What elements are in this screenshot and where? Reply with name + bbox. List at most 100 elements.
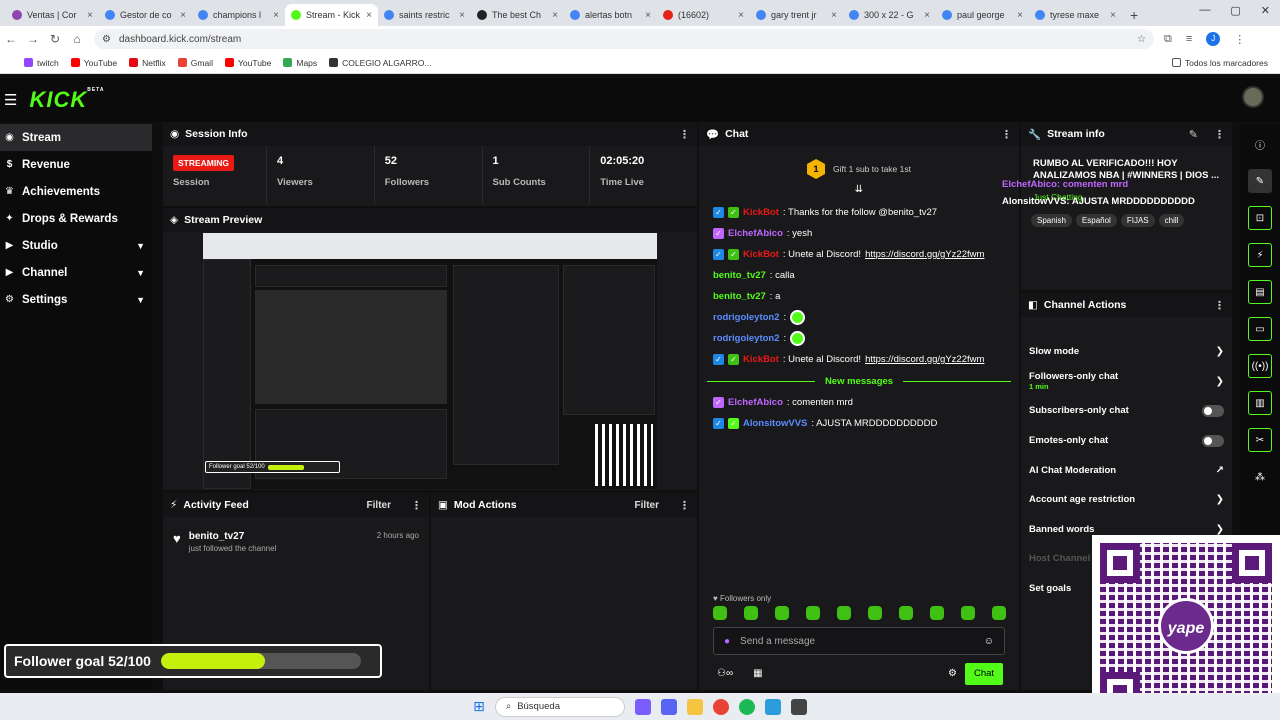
- tab-close-icon[interactable]: ×: [738, 10, 744, 21]
- emote[interactable]: [775, 606, 789, 620]
- chat-username[interactable]: AlonsitowVVS: [743, 418, 807, 429]
- info-icon[interactable]: ⓘ: [1248, 132, 1272, 156]
- broadcast-icon[interactable]: ((•)): [1248, 354, 1272, 378]
- bookmark-item[interactable]: Maps: [283, 58, 317, 68]
- chat-link[interactable]: https://discord.gg/gYz22fwm: [865, 354, 984, 365]
- bookmark-item[interactable]: Netflix: [129, 58, 166, 68]
- tab-close-icon[interactable]: ×: [831, 10, 837, 21]
- tab-close-icon[interactable]: ×: [645, 10, 651, 21]
- browser-tab[interactable]: (16602) ×: [657, 4, 750, 26]
- emote[interactable]: [744, 606, 758, 620]
- site-info-icon[interactable]: ⚙: [102, 34, 111, 45]
- send-chat-button[interactable]: Chat: [965, 663, 1003, 685]
- edit-icon[interactable]: ✎: [1189, 128, 1198, 141]
- emoji-icon[interactable]: ☺: [984, 636, 994, 647]
- bookmark-item[interactable]: twitch: [24, 58, 59, 68]
- browser-tab[interactable]: saints restric ×: [378, 4, 471, 26]
- back-icon[interactable]: ←: [0, 32, 22, 46]
- filter-button[interactable]: Filter: [635, 500, 659, 511]
- stream-preview-video[interactable]: Follower goal 52/100: [203, 233, 657, 489]
- channel-action-followers-only-chat[interactable]: Followers-only chat 1 min ❯: [1021, 367, 1232, 397]
- chat-settings-icon[interactable]: ⚙: [948, 668, 957, 679]
- home-icon[interactable]: ⌂: [66, 32, 88, 46]
- emote[interactable]: [899, 606, 913, 620]
- chrome-icon[interactable]: [712, 698, 729, 715]
- channel-action-slow-mode[interactable]: Slow mode ❯: [1021, 337, 1232, 367]
- activity-user[interactable]: benito_tv27: [189, 531, 277, 542]
- emote[interactable]: [806, 606, 820, 620]
- chat-username[interactable]: KickBot: [743, 249, 779, 260]
- tab-close-icon[interactable]: ×: [924, 10, 930, 21]
- more-options-icon[interactable]: ⋮: [1001, 128, 1012, 141]
- stream-tag[interactable]: Español: [1075, 214, 1117, 227]
- browser-tab[interactable]: 300 x 22 - G ×: [843, 4, 936, 26]
- tab-close-icon[interactable]: ×: [273, 10, 279, 21]
- app-icon[interactable]: [764, 698, 781, 715]
- profile-avatar[interactable]: J: [1206, 32, 1221, 46]
- menu-icon[interactable]: ☰: [4, 91, 17, 109]
- tab-close-icon[interactable]: ×: [87, 10, 93, 21]
- tab-close-icon[interactable]: ×: [459, 10, 465, 21]
- extensions-icon[interactable]: ⧉: [1164, 33, 1172, 46]
- bookmark-star-icon[interactable]: ☆: [1137, 34, 1146, 45]
- close-window-icon[interactable]: ✕: [1261, 4, 1270, 17]
- more-options-icon[interactable]: ⋮: [679, 499, 690, 512]
- emote[interactable]: [713, 606, 727, 620]
- discord-icon[interactable]: [660, 698, 677, 715]
- bookmark-item[interactable]: YouTube: [70, 58, 117, 68]
- sidebar-item-channel[interactable]: ▶ Channel ▼: [0, 259, 152, 286]
- chevron-down-icon[interactable]: ▼: [136, 295, 145, 305]
- connections-icon[interactable]: ⚇∞: [717, 668, 733, 679]
- browser-tab[interactable]: tyrese maxe ×: [1029, 4, 1122, 26]
- channel-action-subscribers-only-chat[interactable]: Subscribers-only chat: [1021, 396, 1232, 426]
- sidebar-item-achievements[interactable]: ♛ Achievements: [0, 178, 152, 205]
- gift-sub-banner[interactable]: 1 Gift 1 sub to take 1st: [699, 154, 1019, 184]
- tab-close-icon[interactable]: ×: [180, 10, 186, 21]
- new-messages-divider[interactable]: New messages: [707, 370, 1011, 392]
- chevron-down-icon[interactable]: ▼: [136, 241, 145, 251]
- share-icon[interactable]: ⁂: [1248, 465, 1272, 489]
- tool-icon[interactable]: ✂: [1248, 428, 1272, 452]
- emote[interactable]: [961, 606, 975, 620]
- browser-tab[interactable]: Gestor de co ×: [99, 4, 192, 26]
- toggle-switch[interactable]: [1202, 404, 1224, 417]
- bolt-icon[interactable]: ⚡: [1248, 243, 1272, 267]
- tab-close-icon[interactable]: ×: [1110, 10, 1116, 21]
- chat-username[interactable]: benito_tv27: [713, 291, 766, 302]
- more-options-icon[interactable]: ⋮: [1214, 128, 1225, 141]
- chat-username[interactable]: benito_tv27: [713, 270, 766, 281]
- browser-menu-icon[interactable]: ⋮: [1234, 33, 1245, 46]
- pinned-arrow-icon[interactable]: ⇊: [699, 184, 1019, 198]
- copilot-icon[interactable]: [634, 698, 651, 715]
- more-options-icon[interactable]: ⋮: [411, 499, 422, 512]
- reload-icon[interactable]: ↻: [44, 32, 66, 46]
- browser-tab[interactable]: The best Ch ×: [471, 4, 564, 26]
- toggle-switch[interactable]: [1202, 434, 1224, 447]
- more-options-icon[interactable]: ⋮: [1214, 299, 1225, 312]
- layout-icon[interactable]: ▥: [1248, 391, 1272, 415]
- browser-tab[interactable]: gary trent jr ×: [750, 4, 843, 26]
- filter-button[interactable]: Filter: [367, 500, 391, 511]
- tab-close-icon[interactable]: ×: [366, 10, 372, 21]
- browser-tab[interactable]: alertas botn ×: [564, 4, 657, 26]
- shop-icon[interactable]: ▦: [753, 668, 762, 679]
- chat-username[interactable]: KickBot: [743, 354, 779, 365]
- stream-tag[interactable]: Spanish: [1031, 214, 1072, 227]
- obs-icon[interactable]: [790, 698, 807, 715]
- sidebar-item-studio[interactable]: ▶ Studio ▼: [0, 232, 152, 259]
- taskbar-search[interactable]: ⌕ Búsqueda: [494, 696, 625, 717]
- browser-tab[interactable]: Stream - Kick ×: [285, 4, 378, 26]
- emote[interactable]: [930, 606, 944, 620]
- stream-tag[interactable]: FIJAS: [1120, 214, 1155, 227]
- bookmark-item[interactable]: COLEGIO ALGARRO...: [329, 58, 431, 68]
- tab-close-icon[interactable]: ×: [1017, 10, 1023, 21]
- tab-close-icon[interactable]: ×: [552, 10, 558, 21]
- chat-username[interactable]: rodrigoleyton2: [713, 333, 780, 344]
- media-icon[interactable]: ≡: [1186, 33, 1192, 45]
- file-explorer-icon[interactable]: [686, 698, 703, 715]
- emote[interactable]: [992, 606, 1006, 620]
- channel-action-ai-chat-moderation[interactable]: AI Chat Moderation ↗: [1021, 455, 1232, 485]
- chat-username[interactable]: ElchefAbico: [728, 397, 783, 408]
- channel-action-emotes-only-chat[interactable]: Emotes-only chat: [1021, 426, 1232, 456]
- kick-logo[interactable]: KICKBETA: [29, 87, 104, 113]
